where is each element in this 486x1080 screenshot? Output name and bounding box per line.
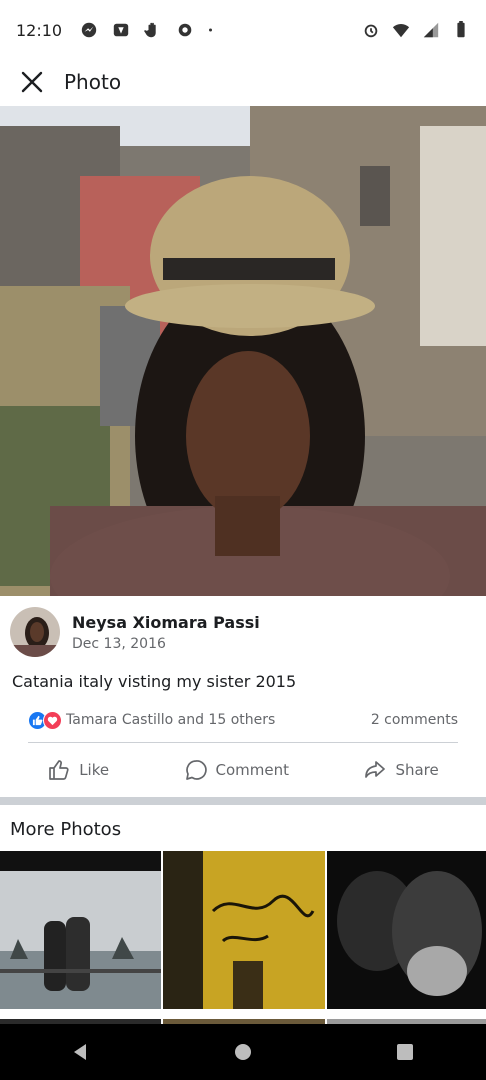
photo-thumbnail[interactable] xyxy=(327,851,486,1009)
photo-illustration xyxy=(0,106,486,596)
battery-icon xyxy=(457,21,465,38)
post-caption: Catania italy visting my sister 2015 xyxy=(12,672,297,691)
author-name[interactable]: Neysa Xiomara Passi xyxy=(72,613,260,632)
close-icon[interactable] xyxy=(18,68,46,96)
more-photos-grid xyxy=(0,851,486,1015)
section-separator xyxy=(0,797,486,805)
alarm-icon xyxy=(364,24,378,38)
thumbs-up-icon xyxy=(49,760,69,780)
signal-icon xyxy=(423,22,439,38)
reactions-text[interactable]: Tamara Castillo and 15 others xyxy=(66,712,275,728)
system-nav-bar xyxy=(0,1024,486,1080)
recents-button[interactable] xyxy=(385,1032,425,1072)
hand-icon xyxy=(144,22,156,38)
home-icon xyxy=(235,1044,251,1060)
post-author-row: Neysa Xiomara Passi Dec 13, 2016 xyxy=(0,596,486,658)
photo-thumbnail[interactable] xyxy=(0,851,161,1009)
like-button[interactable]: Like xyxy=(47,758,109,782)
shield-icon xyxy=(178,23,192,37)
comment-label: Comment xyxy=(215,761,290,779)
comment-button[interactable]: Comment xyxy=(184,758,290,782)
status-bar: 12:10 xyxy=(0,0,486,60)
header: Photo xyxy=(0,60,486,104)
main-photo[interactable] xyxy=(0,106,486,596)
wifi-icon xyxy=(392,24,410,38)
reactions-row[interactable]: Tamara Castillo and 15 others 2 comments xyxy=(0,709,486,731)
more-photos-title: More Photos xyxy=(10,819,122,840)
share-button[interactable]: Share xyxy=(363,758,439,782)
back-button[interactable] xyxy=(61,1032,101,1072)
recents-icon xyxy=(397,1044,413,1060)
avatar[interactable] xyxy=(10,607,60,657)
status-time: 12:10 xyxy=(16,20,63,40)
like-label: Like xyxy=(79,761,110,779)
messenger-icon xyxy=(81,22,97,38)
app-icon xyxy=(113,23,129,37)
back-icon xyxy=(74,1044,86,1060)
post-actions: Like Comment Share xyxy=(0,743,486,797)
page-title: Photo xyxy=(64,70,122,94)
share-label: Share xyxy=(395,761,439,779)
post-date[interactable]: Dec 13, 2016 xyxy=(72,636,260,652)
comment-icon xyxy=(185,760,207,780)
dot-icon xyxy=(209,28,213,32)
photo-thumbnail[interactable] xyxy=(163,851,325,1009)
love-reaction-icon xyxy=(43,710,62,730)
home-button[interactable] xyxy=(223,1032,263,1072)
comments-count[interactable]: 2 comments xyxy=(371,712,458,728)
share-icon xyxy=(365,761,386,778)
